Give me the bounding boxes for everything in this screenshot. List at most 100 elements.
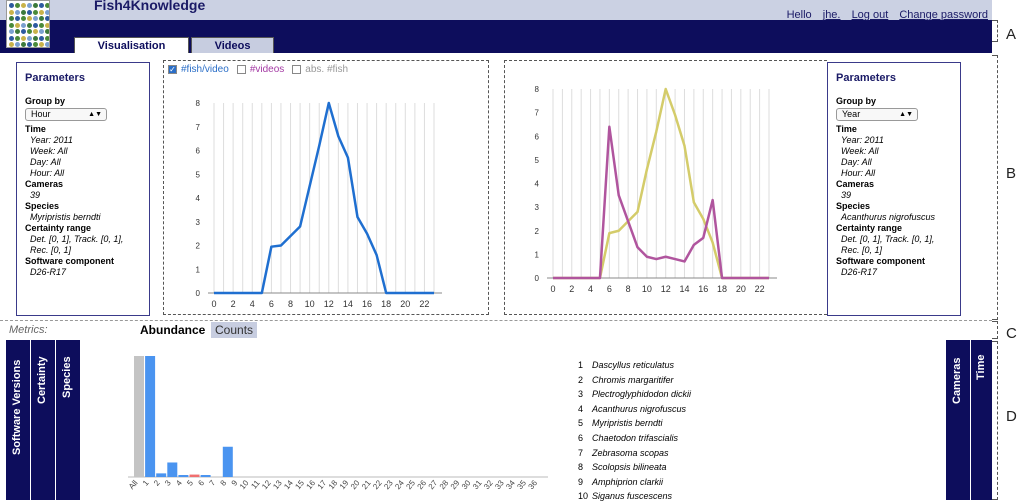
- species-rank: 1: [578, 360, 584, 370]
- software-versions-label: Software Versions: [11, 359, 23, 455]
- species-name: Dascyllus reticulatus: [592, 360, 675, 370]
- bar[interactable]: [189, 474, 200, 477]
- species-label: Species: [25, 201, 60, 211]
- logo-dot: [33, 16, 38, 21]
- abundance-bar-chart: All 1 2 3 4 5 6 7 8 91011121314151617181920212223…: [128, 356, 548, 491]
- logo-dot: [45, 3, 49, 8]
- software-label: Software component: [836, 256, 926, 266]
- y-tick-label: 1: [196, 265, 201, 274]
- y-tick-label: 0: [196, 289, 201, 298]
- species-list-item[interactable]: 8 Scolopsis bilineata: [578, 460, 691, 475]
- species-list-item[interactable]: 3 Plectroglyphidodon dickii: [578, 387, 691, 402]
- software-versions-bar[interactable]: Software Versions: [6, 340, 30, 500]
- logo-dot: [33, 42, 38, 47]
- x-tick-label: 2: [231, 299, 236, 309]
- bar-category-label: 36: [527, 478, 540, 491]
- bar[interactable]: [222, 446, 233, 477]
- user-link[interactable]: jhe.: [823, 9, 841, 21]
- species-bar[interactable]: Species: [56, 340, 80, 500]
- species-list-item[interactable]: 4 Acanthurus nigrofuscus: [578, 402, 691, 417]
- group-by-value: Year: [842, 109, 861, 119]
- cameras-bar[interactable]: Cameras: [946, 340, 970, 500]
- x-tick-label: 22: [419, 299, 429, 309]
- bar[interactable]: [178, 475, 189, 477]
- tab-abundance[interactable]: Abundance: [140, 323, 205, 337]
- x-tick-label: 14: [343, 299, 353, 309]
- bar-category-label: 8: [219, 478, 229, 488]
- species-list-item[interactable]: 9 Amphiprion clarkii: [578, 475, 691, 490]
- x-tick-label: 6: [607, 284, 612, 294]
- time-label: Time: [975, 354, 987, 380]
- bar[interactable]: [167, 462, 178, 477]
- certainty-value: Det. [0, 1], Track. [0, 1],: [30, 234, 124, 244]
- logo-dot: [33, 29, 38, 34]
- x-tick-label: 0: [550, 284, 555, 294]
- y-tick-label: 8: [535, 85, 540, 94]
- tab-videos[interactable]: Videos: [191, 37, 274, 53]
- logo-dot: [45, 16, 49, 21]
- bar-category-label: 3: [163, 478, 173, 488]
- certainty-value-2: Rec. [0, 1]: [841, 245, 883, 255]
- group-by-select[interactable]: Hour ▲▼: [25, 108, 107, 121]
- year-value: Year: 2011: [841, 135, 884, 145]
- species-list-item[interactable]: 1 Dascyllus reticulatus: [578, 358, 691, 373]
- certainty-bar[interactable]: Certainty: [31, 340, 55, 500]
- x-tick-label: 10: [305, 299, 315, 309]
- parameters-panel-right: Parameters Group by Year ▲▼ Time Year: 20…: [827, 62, 961, 316]
- logo-dot: [9, 35, 14, 41]
- y-tick-label: 7: [535, 109, 540, 118]
- x-tick-label: 10: [642, 284, 652, 294]
- bar[interactable]: [134, 356, 144, 477]
- year-value: Year: 2011: [30, 135, 73, 145]
- bar[interactable]: [200, 475, 211, 477]
- group-by-label: Group by: [25, 96, 65, 106]
- group-by-select[interactable]: Year ▲▼: [836, 108, 918, 121]
- logo-dot: [15, 29, 20, 34]
- species-value: Acanthurus nigrofuscus: [841, 212, 936, 222]
- x-tick-label: 12: [324, 299, 334, 309]
- tab-visualisation[interactable]: Visualisation: [74, 37, 189, 53]
- change-password-link[interactable]: Change password: [899, 9, 988, 21]
- series-line[interactable]: [553, 87, 769, 280]
- y-tick-label: 5: [535, 156, 540, 165]
- marker-a: A: [1006, 26, 1017, 43]
- series-line[interactable]: [553, 125, 769, 280]
- species-list-item[interactable]: 6 Chaetodon trifascialis: [578, 431, 691, 446]
- logout-link[interactable]: Log out: [852, 9, 889, 21]
- logo-dot: [27, 42, 32, 47]
- marker-b: B: [1006, 165, 1017, 182]
- x-tick-label: 12: [661, 284, 671, 294]
- x-tick-label: 16: [698, 284, 708, 294]
- time-bar[interactable]: Time: [971, 340, 992, 500]
- bar[interactable]: [156, 473, 167, 477]
- logo-dot: [21, 42, 26, 47]
- species-list-item[interactable]: 2 Chromis margaritifer: [578, 373, 691, 388]
- species-rank: 2: [578, 374, 584, 385]
- group-by-value: Hour: [31, 109, 51, 119]
- x-tick-label: 2: [569, 284, 574, 294]
- y-tick-label: 4: [196, 194, 201, 203]
- species-list-item[interactable]: 7 Zebrasoma scopas: [578, 446, 691, 461]
- bar[interactable]: [145, 356, 156, 477]
- cameras-value: 39: [841, 190, 852, 200]
- series-line[interactable]: [214, 101, 434, 295]
- day-value: Day: All: [30, 157, 61, 167]
- time-label: Time: [25, 124, 46, 134]
- y-tick-label: 6: [535, 132, 540, 141]
- y-tick-label: 3: [535, 203, 540, 212]
- species-list-item[interactable]: 10 Siganus fuscescens: [578, 489, 691, 504]
- logo-dot: [33, 3, 38, 8]
- logo-dot: [39, 42, 44, 47]
- logo-dot: [21, 3, 26, 8]
- logo-dot: [9, 42, 14, 47]
- species-name: Acanthurus nigrofuscus: [592, 403, 687, 414]
- bar-category-label: All: [128, 478, 140, 491]
- species-rank: 5: [578, 418, 584, 429]
- species-list-item[interactable]: 5 Myripristis berndti: [578, 416, 691, 431]
- tab-counts[interactable]: Counts: [211, 322, 258, 338]
- certainty-label: Certainty: [36, 356, 48, 404]
- logo-dot: [21, 16, 26, 21]
- x-tick-label: 14: [679, 284, 689, 294]
- bar-category-label: 5: [185, 478, 195, 488]
- logo-dot: [39, 35, 44, 41]
